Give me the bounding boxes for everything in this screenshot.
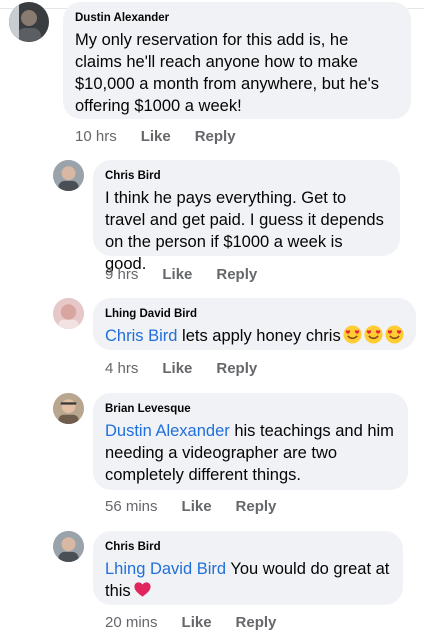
comment-text: Chris Bird lets apply honey chris <box>105 325 404 347</box>
comment-bubble: Chris Bird Lhing David Bird You would do… <box>93 531 403 605</box>
comment-bubble: Chris Bird I think he pays everything. G… <box>93 160 400 273</box>
reply-button[interactable]: Reply <box>216 360 257 377</box>
comment-actions: 20 mins Like Reply <box>105 614 300 631</box>
heart-eyes-emoji-icon <box>385 325 404 344</box>
avatar[interactable] <box>53 160 84 191</box>
comment-timestamp[interactable]: 10 hrs <box>75 128 117 145</box>
comment-author[interactable]: Chris Bird <box>105 168 388 184</box>
comment-author[interactable]: Chris Bird <box>105 539 391 555</box>
reply-button[interactable]: Reply <box>216 266 257 283</box>
comment-actions: 10 hrs Like Reply <box>75 128 260 145</box>
comment-timestamp[interactable]: 56 mins <box>105 498 158 515</box>
comment-author[interactable]: Brian Levesque <box>105 401 396 417</box>
like-button[interactable]: Like <box>182 498 212 515</box>
comment-bubble: Dustin Alexander My only reservation for… <box>63 2 411 119</box>
avatar[interactable] <box>53 298 84 329</box>
mention-link[interactable]: Dustin Alexander <box>105 422 230 440</box>
comment-bubble: Lhing David Bird Chris Bird lets apply h… <box>93 298 416 350</box>
comment-author[interactable]: Lhing David Bird <box>105 306 404 322</box>
comment-timestamp[interactable]: 9 hrs <box>105 266 138 283</box>
comment-text: Dustin Alexander his teachings and him n… <box>105 420 396 486</box>
comment-author[interactable]: Dustin Alexander <box>75 10 399 26</box>
heart-eyes-emoji-icon <box>343 325 362 344</box>
reply-button[interactable]: Reply <box>236 498 277 515</box>
reply-button[interactable]: Reply <box>195 128 236 145</box>
heart-eyes-emoji-icon <box>364 325 383 344</box>
comment-actions: 56 mins Like Reply <box>105 498 300 515</box>
red-heart-emoji-icon <box>133 580 152 599</box>
avatar[interactable] <box>53 393 84 424</box>
avatar[interactable] <box>53 531 84 562</box>
like-button[interactable]: Like <box>141 128 171 145</box>
mention-link[interactable]: Chris Bird <box>105 327 177 345</box>
like-button[interactable]: Like <box>162 360 192 377</box>
like-button[interactable]: Like <box>182 614 212 631</box>
comment-text-body: lets apply honey chris <box>177 327 341 345</box>
reply-button[interactable]: Reply <box>236 614 277 631</box>
avatar[interactable] <box>9 2 49 42</box>
comment-text: My only reservation for this add is, he … <box>75 31 380 115</box>
like-button[interactable]: Like <box>162 266 192 283</box>
comment-text: I think he pays everything. Get to trave… <box>105 189 384 273</box>
comment-bubble: Brian Levesque Dustin Alexander his teac… <box>93 393 408 490</box>
comment-timestamp[interactable]: 4 hrs <box>105 360 138 377</box>
comment-timestamp[interactable]: 20 mins <box>105 614 158 631</box>
mention-link[interactable]: Lhing David Bird <box>105 560 226 578</box>
comment-actions: 4 hrs Like Reply <box>105 360 281 377</box>
comment-text: Lhing David Bird You would do great at t… <box>105 558 391 602</box>
comment-actions: 9 hrs Like Reply <box>105 266 281 283</box>
